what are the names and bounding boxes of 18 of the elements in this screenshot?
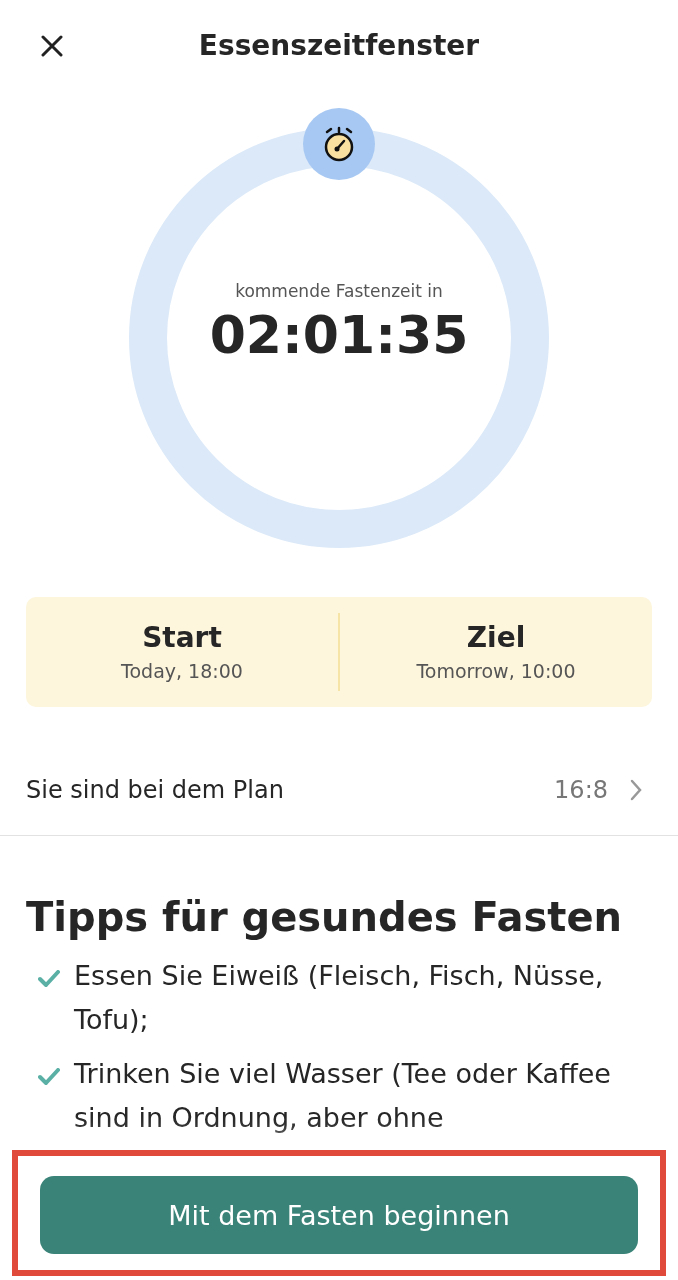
check-icon [38,970,60,988]
check-icon [38,1068,60,1086]
plan-value: 16:8 [554,775,608,804]
tips-heading: Tipps für gesundes Fasten [26,894,624,940]
chevron-right-icon [630,778,642,801]
schedule-time: Today, 18:00 [121,660,243,683]
close-icon [41,35,63,57]
schedule-label: Ziel [466,621,526,655]
plan-row[interactable]: Sie sind bei dem Plan 16:8 [0,744,678,836]
schedule-label: Start [142,621,222,655]
schedule-time: Tomorrow, 10:00 [416,660,576,683]
countdown-time: 02:01:35 [209,305,469,366]
start-fasting-button[interactable]: Mit dem Fasten beginnen [40,1176,638,1254]
tip-text: Trinken Sie viel Wasser (Tee oder Kaffee sind in Ordnung, aber ohne [74,1057,612,1135]
plan-label: Sie sind bei dem Plan [26,775,285,804]
timer-caption: kommende Fastenzeit in [235,281,443,302]
page-title: Essenszeitfenster [198,28,480,62]
tip-text: Essen Sie Eiweiß (Fleisch, Fisch, Nüsse, Tofu); [74,959,605,1037]
